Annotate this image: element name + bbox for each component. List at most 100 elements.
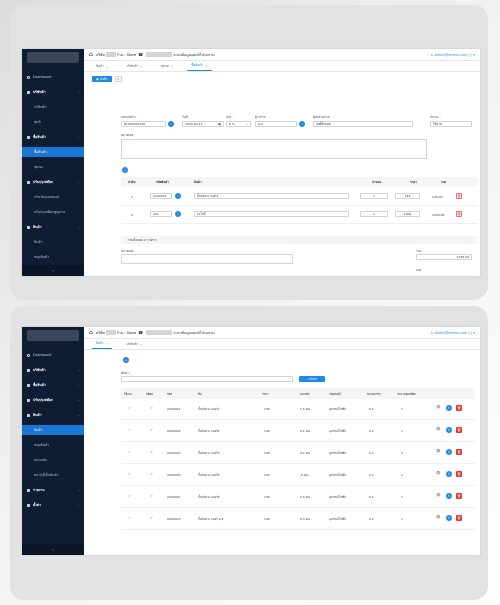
sidebar-item-4[interactable]: ซื้อสินค้า ⌄ [22,132,84,142]
product-search-button[interactable]: ⌕ [175,211,181,217]
sidebar-item-5[interactable]: ซื้อสินค้า [22,147,84,157]
product-code-field[interactable]: A000001 [150,193,172,199]
view-icon[interactable]: 👁 [436,405,441,409]
user-menu[interactable]: ♙ admin@admin.com ( ) ▾ [430,331,475,335]
view-icon[interactable]: 👁 [436,515,441,519]
sidebar-item-7[interactable]: หน่วยนับ [22,455,84,465]
items-table-header [121,177,477,187]
tab-0[interactable]: สินค้า ✕ [92,341,113,349]
sidebar-item-1[interactable]: บริษัทค้า ⌄ [22,87,84,97]
tab-1[interactable]: บริษัทค้า ✕ [122,64,146,71]
date-field[interactable]: 2024-03-13 ▦ [182,121,224,127]
delete-button[interactable]: 🗑 [456,449,462,455]
sidebar-item-3[interactable]: ชุดสิ [22,117,84,127]
sidebar-item-9[interactable]: ปรับปรุงสต๊อกสูญหาย [22,207,84,217]
delete-button[interactable]: 🗑 [456,471,462,477]
sidebar-item-12[interactable]: หมุดสินค้า [22,252,84,262]
close-tab-icon[interactable]: ✕ [106,65,108,69]
main-content: ⌂ บริษัท ร้าน : Store ☎ ระบบข้อมูลแยกต์โ… [84,49,480,276]
brand-logo [27,330,79,341]
sidebar-item-3[interactable]: ปรับปรุงสต๊อก ⌄ [22,395,84,405]
view-icon[interactable]: 👁 [436,493,441,497]
sidebar-collapse-button[interactable]: ‹ [22,544,84,555]
close-tab-icon[interactable]: ✕ [171,65,173,69]
sidebar-item-10[interactable]: สินค้า ⌄ [22,222,84,232]
home-icon[interactable]: ⌂ [89,51,93,58]
close-tab-icon[interactable]: ✕ [106,342,108,346]
tab-2[interactable]: ชุดกด ✕ [157,64,178,71]
edit-button[interactable]: ✎ [446,427,452,433]
delete-button[interactable]: 🗑 [456,515,462,521]
sidebar-item-5[interactable]: สินค้า [22,425,84,435]
sidebar-item-2[interactable]: ซื้อสินค้า ⌄ [22,380,84,390]
product-name-field[interactable]: อะไรดี [194,211,349,217]
sidebar-item-6[interactable]: หมุดสินค้า [22,440,84,450]
price-field[interactable]: 145 [395,193,420,199]
sidebar-item-0[interactable]: Dashboard [22,72,84,82]
edit-button[interactable]: ✎ [446,471,452,477]
edit-button[interactable]: ✎ [446,493,452,499]
tax-field[interactable]: pur [255,121,297,127]
sidebar-item-8[interactable]: สถานที่เก็บสินค้า [22,470,84,480]
view-icon[interactable]: 👁 [436,449,441,453]
close-tab-icon[interactable]: ✕ [140,343,142,347]
sidebar-item-label: ตั้งค่า [33,502,42,507]
add-row-button[interactable]: + [122,167,128,173]
view-icon[interactable]: 👁 [436,471,441,475]
delete-row-button[interactable]: 🗑 [456,211,462,217]
delete-button[interactable]: 🗑 [456,493,462,499]
close-tab-icon[interactable]: ✕ [140,65,142,69]
sidebar-collapse-button[interactable]: ‹ [22,265,84,276]
sidebar-item-1[interactable]: บริษัทค้า ⌄ [22,365,84,375]
price-field[interactable]: 1000 [395,211,420,217]
close-tab-icon[interactable]: ✕ [205,64,207,68]
footer-vat-label: VAT : [416,268,424,272]
product-name-field[interactable]: กั้นจังหวะ เบอร์1 [194,193,349,199]
supplier-field[interactable]: ลุงดีดีกลอท [313,121,413,127]
sidebar-item-7[interactable]: ปรับปรุงสต๊อก ⌄ [22,177,84,187]
tab-3[interactable]: ซื้อสินค้า ✕ [187,63,212,71]
sidebar-item-6[interactable]: ชุดกด [22,162,84,172]
product-price: 145 [264,451,270,455]
save-button[interactable]: ▣ บันทึก [92,76,112,82]
add-product-button[interactable]: + [123,357,129,363]
product-search-button[interactable]: ⌕ [175,193,181,199]
product-price: 145 [264,495,270,499]
sidebar-item-11[interactable]: สินค้า [22,237,84,247]
col-total: รวม [441,180,447,184]
delete-row-button[interactable]: 🗑 [456,193,462,199]
edit-button[interactable]: ✎ [446,405,452,411]
sidebar-item-9[interactable]: รายงาน ⌄ [22,485,84,495]
product-code-field[interactable]: 201 [150,211,172,217]
row-total: 1000.00 [432,213,445,217]
doc-number-field[interactable]: BL000000128 [121,121,166,127]
stock-point: 1 [401,517,403,521]
view-icon[interactable]: 👁 [436,427,441,431]
sidebar-item-10[interactable]: ตั้งค่า ⌄ [22,500,84,510]
footer-remark-field[interactable] [121,254,293,264]
doc-search-button[interactable]: ⌕ [168,121,174,127]
qty-field[interactable]: 1 [360,193,388,199]
cancel-button[interactable]: ✕ [114,76,122,82]
edit-button[interactable]: ✎ [446,515,452,521]
sidebar-item-4[interactable]: สินค้า ⌄ [22,410,84,420]
delete-button[interactable]: 🗑 [456,427,462,433]
sidebar-item-8[interactable]: ปรับวัตถุเคลตเลส [22,192,84,202]
vat-select[interactable]: 0 % ⌄ [226,121,251,127]
qty-field[interactable]: 1 [360,211,388,217]
stock-point: 1 [401,473,403,477]
edit-button[interactable]: ✎ [446,449,452,455]
delete-button[interactable]: 🗑 [456,405,462,411]
home-icon[interactable]: ⌂ [89,329,93,336]
user-menu[interactable]: ♙ admin@admin.com ( ) ▾ [430,53,475,57]
chevron-down-icon: ⌄ [77,225,80,229]
tax-search-button[interactable]: ⌕ [299,121,305,127]
sidebar-item-0[interactable]: Dashboard [22,350,84,360]
status-select[interactable]: ใช้งาน [430,121,472,127]
sidebar-item-2[interactable]: บริษัทค้า [22,102,84,112]
search-input[interactable] [121,376,293,382]
note-textarea[interactable] [121,139,427,159]
search-button[interactable]: ⌕ ค้นหา [299,376,325,382]
tab-0[interactable]: สินค้า ✕ [92,64,112,71]
tab-1[interactable]: บริษัทค้า ✕ [122,342,146,349]
